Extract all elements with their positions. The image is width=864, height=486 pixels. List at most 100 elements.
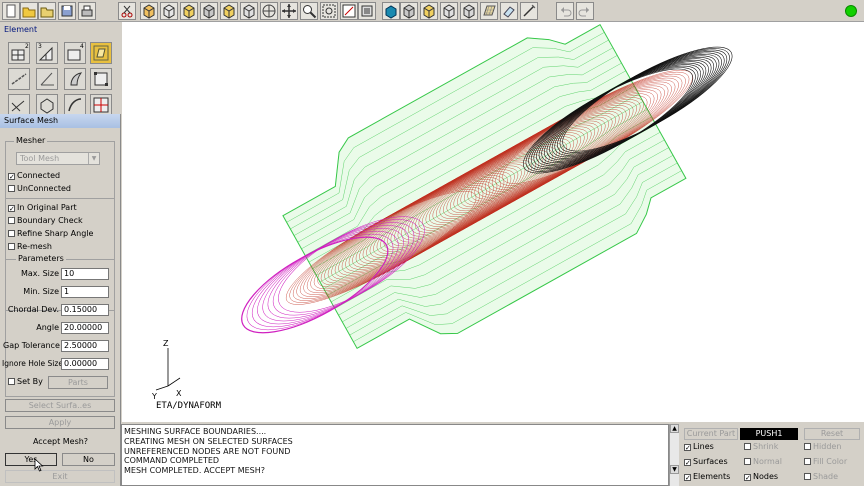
view-iso-button[interactable] [140,2,158,20]
measure-button[interactable] [520,2,538,20]
no-button[interactable]: No [62,453,115,466]
element-blade-icon [70,72,83,86]
normal-checkbox[interactable]: Normal [744,457,782,467]
new-file-button[interactable] [2,2,20,20]
parts-button[interactable]: Parts [48,376,108,389]
redo-icon [578,7,589,17]
view-right-button[interactable] [220,2,238,20]
remesh-checkbox[interactable]: Re-mesh [8,242,52,252]
refine-sharp-angle-checkbox[interactable]: Refine Sharp Angle [8,229,93,239]
eraser-button[interactable] [500,2,518,20]
status-indicator-icon [845,5,857,17]
element-shape-button[interactable] [36,94,58,116]
shade-icon [385,5,397,19]
mesher-select[interactable]: Tool Mesh ▼ [16,152,100,165]
print-button[interactable] [78,2,96,20]
element-angle-button[interactable] [36,68,58,90]
save-button[interactable] [58,2,76,20]
shade-label: Shade [813,472,839,481]
connected-checkbox[interactable]: ✓ Connected [8,171,60,181]
chevron-down-icon: ▼ [88,153,99,164]
box2-icon [423,4,435,19]
element-cut-button[interactable] [8,94,30,116]
in-original-part-checkbox[interactable]: ✓ In Original Part [8,203,77,213]
in-original-part-label: In Original Part [17,203,77,212]
yes-button[interactable]: Yes [5,453,57,466]
pan-icon [282,4,296,18]
box1-button[interactable] [400,2,418,20]
element-shape-icon [40,98,54,114]
console-scrollbar[interactable]: ▲ ▼ [669,424,679,486]
shade-button[interactable] [382,2,400,20]
surfaces-checkbox[interactable]: ✓ Surfaces [684,457,728,467]
open-file-button[interactable] [38,2,56,20]
element-node-count: 3 [38,43,42,50]
view-left-button[interactable] [200,2,218,20]
current-part-button[interactable]: Current Part [684,428,738,440]
shrink-checkbox[interactable]: Shrink [744,442,778,452]
view-top-button[interactable] [240,2,258,20]
scroll-down-icon[interactable]: ▼ [670,465,679,474]
surface-mesh-title: Surface Mesh [0,114,120,128]
nodes-label: Nodes [753,472,779,481]
param-label: Angle [36,323,59,332]
element-box-icon [94,72,108,86]
scroll-up-icon[interactable]: ▲ [670,424,679,433]
exit-button[interactable]: Exit [5,470,115,483]
rotate-button[interactable] [260,2,278,20]
undo-icon [561,7,572,17]
element-blade-button[interactable] [64,68,86,90]
mesh-button[interactable] [480,2,498,20]
main-toolbar [0,0,864,22]
zoom-box-button[interactable] [320,2,338,20]
box2-button[interactable] [420,2,438,20]
mesh-surface-outline [282,24,687,350]
open-folder-button[interactable] [20,2,38,20]
set-by-label: Set By [17,377,43,386]
shade-checkbox[interactable]: Shade [804,472,838,482]
set-by-checkbox[interactable]: Set By [8,377,43,387]
fit-button[interactable] [340,2,358,20]
console-line: MESH COMPLETED. ACCEPT MESH? [124,466,266,476]
element-curve-icon [68,98,82,112]
param-input[interactable]: 20.00000 [61,322,109,334]
hidden-checkbox[interactable]: Hidden [804,442,841,452]
param-input[interactable]: 0.15000 [61,304,109,316]
unconnected-checkbox[interactable]: UnConnected [8,184,71,194]
select-surfaces-button[interactable]: Select Surfa..es [5,399,115,412]
axis-y-label: Y [151,392,157,401]
view-back-button[interactable] [180,2,198,20]
reset-button[interactable]: Reset [804,428,860,440]
nodes-checkbox[interactable]: ✓ Nodes [744,472,778,482]
element-surface-button[interactable] [90,42,112,64]
element-line-button[interactable] [8,68,30,90]
cut-button[interactable] [118,2,136,20]
console-line: UNREFERENCED NODES ARE NOT FOUND [124,446,291,456]
redo-button[interactable] [576,2,594,20]
lines-checkbox[interactable]: ✓ Lines [684,442,714,452]
view-top-icon [243,4,255,19]
element-grid-button[interactable] [90,94,112,116]
param-input[interactable]: 0.00000 [61,358,109,370]
param-input[interactable]: 1 [61,286,109,298]
param-input[interactable]: 10 [61,268,109,280]
apply-button[interactable]: Apply [5,416,115,429]
select-button[interactable] [358,2,376,20]
save-icon [61,5,73,17]
pan-button[interactable] [280,2,298,20]
boundary-check-label: Boundary Check [17,216,83,225]
param-input[interactable]: 2.50000 [61,340,109,352]
view-front-button[interactable] [160,2,178,20]
elements-checkbox[interactable]: ✓ Elements [684,472,730,482]
param-label: Ignore Hole Size [2,359,63,368]
box4-button[interactable] [460,2,478,20]
element-node-count: 4 [80,43,84,50]
fill-color-checkbox[interactable]: Fill Color [804,457,847,467]
element-box-button[interactable] [90,68,112,90]
element-curve-button[interactable] [64,94,86,116]
boundary-check-checkbox[interactable]: Boundary Check [8,216,83,226]
undo-button[interactable] [556,2,574,20]
zoom-button[interactable] [300,2,318,20]
box3-button[interactable] [440,2,458,20]
mesher-group-label: Mesher [14,136,48,145]
